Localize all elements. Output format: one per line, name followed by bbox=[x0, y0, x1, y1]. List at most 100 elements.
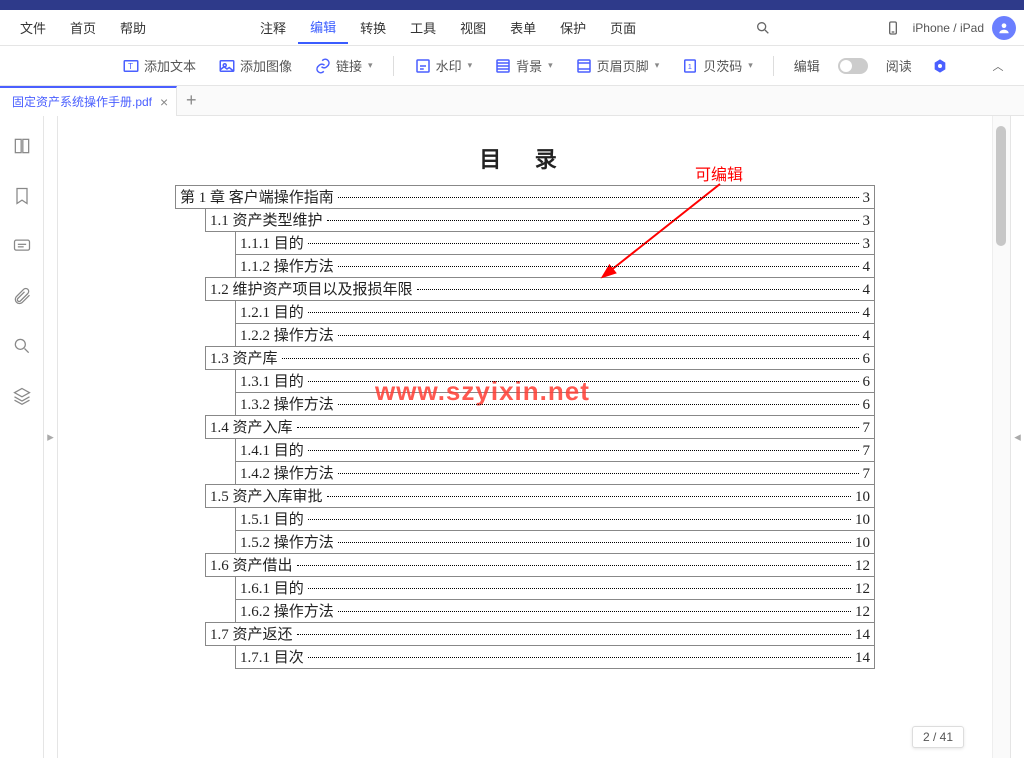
document-tab[interactable]: 固定资产系统操作手册.pdf × bbox=[0, 86, 177, 116]
edit-mode-button[interactable]: 编辑 bbox=[786, 52, 828, 79]
toc-row[interactable]: 1.6 资产借出12 bbox=[205, 553, 875, 577]
toc-row-label: 1.7.1 目次 bbox=[240, 646, 304, 667]
toc-row[interactable]: 1.7 资产返还14 bbox=[205, 622, 875, 646]
menu-item-4[interactable]: 编辑 bbox=[298, 11, 348, 44]
settings-icon[interactable] bbox=[926, 52, 954, 80]
menu-item-1[interactable]: 首页 bbox=[58, 12, 108, 43]
scrollbar-thumb[interactable] bbox=[996, 126, 1006, 246]
edit-toolbar: T 添加文本 添加图像 链接 ▾ 水印 ▾ 背景 ▾ 页眉页脚 ▾ 1 贝茨码 … bbox=[0, 46, 1024, 86]
document-page: 可编辑 www.szyixin.net 目 录 第 1 章 客户端操作指南31.… bbox=[175, 136, 875, 669]
toc-row[interactable]: 1.5.2 操作方法10 bbox=[235, 530, 875, 554]
menu-item-9[interactable]: 保护 bbox=[548, 12, 598, 43]
toc-leader-dots bbox=[338, 335, 859, 336]
toc-row-page: 12 bbox=[855, 581, 870, 598]
add-tab-button[interactable]: + bbox=[177, 87, 205, 115]
page-number-button[interactable]: 1 贝茨码 ▾ bbox=[673, 52, 761, 79]
toc-leader-dots bbox=[297, 634, 851, 635]
chevron-down-icon: ▾ bbox=[548, 60, 553, 71]
background-icon bbox=[494, 57, 512, 75]
add-text-button[interactable]: T 添加文本 bbox=[114, 52, 204, 79]
toc-row-label: 1.5.1 目的 bbox=[240, 508, 304, 529]
menu-item-2[interactable]: 帮助 bbox=[108, 12, 158, 43]
background-label: 背景 bbox=[516, 56, 542, 75]
toc-row-page: 12 bbox=[855, 604, 870, 621]
comment-icon[interactable] bbox=[8, 232, 36, 260]
toc-row[interactable]: 1.5.1 目的 10 bbox=[235, 507, 875, 531]
toolbar-separator bbox=[393, 56, 394, 76]
toc-row[interactable]: 1.1.1 目的3 bbox=[235, 231, 875, 255]
menu-item-10[interactable]: 页面 bbox=[598, 12, 648, 43]
toc-leader-dots bbox=[297, 427, 859, 428]
toc-leader-dots bbox=[338, 611, 851, 612]
toc-row-label: 1.6.1 目的 bbox=[240, 577, 304, 598]
toc-list: 第 1 章 客户端操作指南31.1 资产类型维护31.1.1 目的31.1.2 … bbox=[175, 185, 875, 669]
menu-item-0[interactable]: 文件 bbox=[8, 12, 58, 43]
toc-row-label: 1.5 资产入库审批 bbox=[210, 485, 323, 506]
link-button[interactable]: 链接 ▾ bbox=[306, 52, 381, 79]
menu-item-8[interactable]: 表单 bbox=[498, 12, 548, 43]
thumbnails-icon[interactable] bbox=[8, 132, 36, 160]
toc-leader-dots bbox=[338, 473, 859, 474]
toc-leader-dots bbox=[308, 657, 851, 658]
page-indicator[interactable]: 2 / 41 bbox=[912, 726, 964, 748]
toc-row-label: 1.1.1 目的 bbox=[240, 232, 304, 253]
toc-row[interactable]: 1.4.2 操作方法7 bbox=[235, 461, 875, 485]
user-avatar[interactable] bbox=[992, 16, 1016, 40]
menu-item-3[interactable]: 注释 bbox=[248, 12, 298, 43]
read-mode-button[interactable]: 阅读 bbox=[878, 52, 920, 79]
bookmark-icon[interactable] bbox=[8, 182, 36, 210]
search-icon[interactable] bbox=[749, 14, 777, 42]
add-image-button[interactable]: 添加图像 bbox=[210, 52, 300, 79]
toc-row[interactable]: 1.6.2 操作方法12 bbox=[235, 599, 875, 623]
toc-row-page: 7 bbox=[863, 443, 871, 460]
menu-item-6[interactable]: 工具 bbox=[398, 12, 448, 43]
toc-row-page: 4 bbox=[863, 259, 871, 276]
toc-row-label: 第 1 章 客户端操作指南 bbox=[180, 186, 334, 207]
toc-row[interactable]: 第 1 章 客户端操作指南3 bbox=[175, 185, 875, 209]
toc-row[interactable]: 1.1 资产类型维护3 bbox=[205, 208, 875, 232]
search-panel-icon[interactable] bbox=[8, 332, 36, 360]
toc-row[interactable]: 1.5 资产入库审批 10 bbox=[205, 484, 875, 508]
toc-leader-dots bbox=[308, 381, 859, 382]
right-panel-collapse[interactable]: ◂ bbox=[1010, 116, 1024, 758]
chevron-down-icon: ▾ bbox=[468, 60, 473, 71]
watermark-button[interactable]: 水印 ▾ bbox=[406, 52, 481, 79]
background-button[interactable]: 背景 ▾ bbox=[486, 52, 561, 79]
toc-row[interactable]: 1.4.1 目的7 bbox=[235, 438, 875, 462]
left-panel-collapse[interactable]: ▸ bbox=[44, 116, 58, 758]
vertical-scrollbar[interactable] bbox=[992, 116, 1010, 758]
toc-row[interactable]: 1.3 资产库6 bbox=[205, 346, 875, 370]
toc-leader-dots bbox=[308, 243, 859, 244]
close-tab-icon[interactable]: × bbox=[160, 94, 168, 110]
toc-row[interactable]: 1.1.2 操作方法4 bbox=[235, 254, 875, 278]
document-viewport[interactable]: 可编辑 www.szyixin.net 目 录 第 1 章 客户端操作指南31.… bbox=[58, 116, 992, 758]
toc-row[interactable]: 1.2.2 操作方法4 bbox=[235, 323, 875, 347]
toc-row[interactable]: 1.6.1 目的 12 bbox=[235, 576, 875, 600]
toc-row[interactable]: 1.2.1 目的4 bbox=[235, 300, 875, 324]
toc-row-page: 10 bbox=[855, 489, 870, 506]
image-icon bbox=[218, 57, 236, 75]
header-footer-button[interactable]: 页眉页脚 ▾ bbox=[567, 52, 668, 79]
toc-leader-dots bbox=[338, 404, 859, 405]
device-icon[interactable] bbox=[879, 14, 907, 42]
read-mode-label: 阅读 bbox=[886, 56, 912, 75]
toc-row-label: 1.2.1 目的 bbox=[240, 301, 304, 322]
toc-row[interactable]: 1.4 资产入库7 bbox=[205, 415, 875, 439]
toc-row-label: 1.3 资产库 bbox=[210, 347, 278, 368]
menu-item-5[interactable]: 转换 bbox=[348, 12, 398, 43]
layers-icon[interactable] bbox=[8, 382, 36, 410]
toc-row-page: 4 bbox=[863, 282, 871, 299]
toc-leader-dots bbox=[282, 358, 859, 359]
toc-row[interactable]: 1.2 维护资产项目以及报损年限4 bbox=[205, 277, 875, 301]
toc-row-page: 14 bbox=[855, 627, 870, 644]
page-number-label: 贝茨码 bbox=[703, 56, 742, 75]
edit-read-toggle[interactable] bbox=[838, 58, 868, 74]
toc-row-page: 10 bbox=[855, 512, 870, 529]
collapse-toolbar-icon[interactable]: ︿ bbox=[984, 52, 1012, 80]
toc-row[interactable]: 1.7.1 目次14 bbox=[235, 645, 875, 669]
toc-leader-dots bbox=[308, 519, 851, 520]
menu-item-7[interactable]: 视图 bbox=[448, 12, 498, 43]
left-side-rail bbox=[0, 116, 44, 758]
attachment-icon[interactable] bbox=[8, 282, 36, 310]
add-text-label: 添加文本 bbox=[144, 56, 196, 75]
